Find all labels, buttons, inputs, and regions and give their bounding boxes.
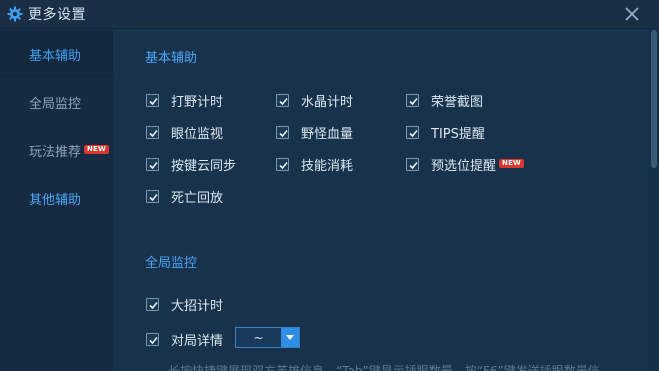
checkbox-box[interactable] <box>146 94 159 107</box>
checkbox-label: TIPS提醒 <box>431 127 485 142</box>
sidebar: 基本辅助 全局监控 玩法推荐 NEW 其他辅助 <box>0 30 113 371</box>
gear-icon <box>7 6 23 22</box>
checkbox-label: 对局详情 <box>171 334 224 349</box>
checkbox-box[interactable] <box>406 158 419 171</box>
match-details-description: 长按快捷键展现双方英雄信息，“Tab”键显示插眼数量，按“F6”键发送插眼数量信 <box>168 364 600 371</box>
checkbox-box[interactable] <box>146 333 159 346</box>
checkbox-label: 荣誉截图 <box>431 95 484 110</box>
dropdown-value: ~ <box>253 330 264 345</box>
checkbox-pick-reminder[interactable]: 预选位提醒 NEW <box>406 155 524 174</box>
checkbox-label: 技能消耗 <box>301 159 354 174</box>
checkbox-match-details[interactable]: 对局详情 <box>146 330 223 349</box>
new-badge: NEW <box>84 144 109 154</box>
checkbox-ultimate-timer[interactable]: 大招计时 <box>146 295 223 314</box>
sidebar-item-basic[interactable]: 基本辅助 <box>0 30 113 78</box>
checkbox-label: 眼位监视 <box>171 127 224 142</box>
checkbox-box[interactable] <box>146 126 159 139</box>
checkbox-label: 预选位提醒 <box>431 159 497 174</box>
match-details-dropdown[interactable]: ~ <box>235 327 300 348</box>
title-bar: 更多设置 <box>0 0 659 29</box>
checkbox-label: 野怪血量 <box>301 127 354 142</box>
sidebar-item-label: 全局监控 <box>29 96 82 112</box>
checkbox-key-cloud-sync[interactable]: 按键云同步 <box>146 155 236 174</box>
checkbox-honor-screenshot[interactable]: 荣誉截图 <box>406 91 483 110</box>
scrollbar-thumb[interactable] <box>651 30 657 168</box>
section-title-global: 全局监控 <box>145 256 198 271</box>
close-button[interactable] <box>623 5 641 23</box>
sidebar-item-label: 玩法推荐 <box>29 144 82 160</box>
checkbox-box[interactable] <box>146 158 159 171</box>
new-badge: NEW <box>499 159 524 168</box>
checkbox-ward-monitor[interactable]: 眼位监视 <box>146 123 223 142</box>
sidebar-item-recommend[interactable]: 玩法推荐 NEW <box>0 126 113 174</box>
scrollbar[interactable] <box>649 30 659 371</box>
checkbox-death-replay[interactable]: 死亡回放 <box>146 187 223 206</box>
checkbox-box[interactable] <box>406 94 419 107</box>
checkbox-box[interactable] <box>276 94 289 107</box>
sidebar-item-label: 基本辅助 <box>29 48 82 64</box>
content-panel: 基本辅助 打野计时 水晶计时 荣誉截图 眼位监视 野怪血量 TIPS提醒 按键云… <box>113 30 649 371</box>
sidebar-item-label: 其他辅助 <box>29 192 82 208</box>
checkbox-skill-cost[interactable]: 技能消耗 <box>276 155 353 174</box>
checkbox-label: 打野计时 <box>171 95 224 110</box>
checkbox-label: 大招计时 <box>171 299 224 314</box>
chevron-down-icon[interactable] <box>281 328 299 347</box>
checkbox-tips-reminder[interactable]: TIPS提醒 <box>406 123 485 142</box>
section-title-basic: 基本辅助 <box>145 51 198 66</box>
sidebar-item-other[interactable]: 其他辅助 <box>0 174 113 222</box>
checkbox-box[interactable] <box>276 158 289 171</box>
checkbox-label: 水晶计时 <box>301 95 354 110</box>
checkbox-jungle-timer[interactable]: 打野计时 <box>146 91 223 110</box>
checkbox-box[interactable] <box>146 190 159 203</box>
checkbox-box[interactable] <box>406 126 419 139</box>
checkbox-label: 死亡回放 <box>171 191 224 206</box>
checkbox-box[interactable] <box>146 298 159 311</box>
sidebar-item-global[interactable]: 全局监控 <box>0 78 113 126</box>
checkbox-label: 按键云同步 <box>171 159 237 174</box>
checkbox-box[interactable] <box>276 126 289 139</box>
checkbox-monster-hp[interactable]: 野怪血量 <box>276 123 353 142</box>
close-icon <box>625 7 639 21</box>
window-title: 更多设置 <box>28 7 86 23</box>
checkbox-crystal-timer[interactable]: 水晶计时 <box>276 91 353 110</box>
